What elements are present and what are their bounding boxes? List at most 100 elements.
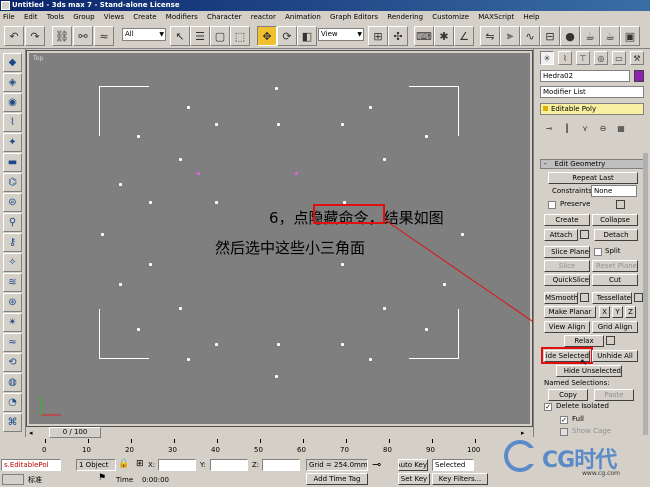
command-panel: ✳ ⌇ ⊤ ◎ ▭ ⚒ Hedra02 Modifier List Editab…	[533, 49, 650, 437]
add-time-tag-button[interactable]: Add Time Tag	[306, 473, 368, 485]
attach-button[interactable]: Attach	[544, 229, 578, 241]
make-planar-x-button[interactable]: X	[599, 306, 610, 318]
preserve-uvs-settings-icon[interactable]	[616, 200, 625, 209]
stack-bullet-icon	[543, 106, 548, 111]
constraints-dropdown[interactable]: None	[591, 185, 637, 197]
tick-label: 50	[254, 446, 263, 454]
x-coord-field[interactable]	[158, 459, 196, 471]
pin-stack-icon[interactable]: ⊸	[542, 121, 556, 135]
key-filter-dropdown[interactable]: Selected	[432, 459, 474, 471]
key-filters-button[interactable]: Key Filters...	[432, 473, 488, 485]
relax-settings-icon[interactable]	[606, 336, 615, 345]
x-coord-label: X:	[148, 461, 156, 469]
time-slider[interactable]: ◂ 0 / 100 ▸	[27, 427, 532, 439]
display-tab-icon[interactable]: ▭	[612, 51, 626, 65]
hierarchy-tab-icon[interactable]: ⊤	[576, 51, 590, 65]
selection-lock-icon[interactable]: 🔒	[118, 459, 129, 469]
copy-button[interactable]: Copy	[548, 389, 588, 401]
maxscript-listener-field[interactable]: s.EditablePol	[1, 459, 61, 471]
cg-watermark: CG时代 www.cg.com	[504, 430, 650, 487]
paste-button[interactable]: Paste	[594, 389, 634, 401]
split-label: Split	[605, 247, 621, 255]
tick-label: 60	[297, 446, 306, 454]
tick-label: 40	[211, 446, 220, 454]
tessellate-settings-icon[interactable]	[634, 293, 643, 302]
delete-isolated-label: Delete Isolated	[556, 402, 609, 410]
object-color-swatch[interactable]	[634, 70, 644, 82]
named-selections-label: Named Selections:	[544, 379, 610, 387]
constraints-label: Constraints:	[552, 187, 595, 195]
show-end-result-icon[interactable]: ┃	[560, 121, 574, 135]
time-label: Time	[116, 476, 134, 484]
msmooth-settings-icon[interactable]	[580, 293, 589, 302]
edit-geometry-rollout-title[interactable]: - Edit Geometry	[540, 159, 644, 169]
y-coord-label: Y:	[200, 461, 206, 469]
cg-logo-icon	[504, 440, 536, 472]
utilities-tab-icon[interactable]: ⚒	[630, 51, 644, 65]
reset-plane-button[interactable]: Reset Plane	[592, 260, 638, 272]
attach-list-icon[interactable]	[580, 230, 589, 239]
key-mode-icon[interactable]: ⊸	[372, 458, 381, 471]
selection-count: 1 Object	[76, 459, 116, 471]
tick-label: 0	[42, 446, 47, 454]
view-align-button[interactable]: View Align	[544, 321, 590, 333]
collapse-button[interactable]: Collapse	[592, 214, 638, 226]
modifier-list-dropdown[interactable]: Modifier List	[540, 86, 644, 98]
make-planar-button[interactable]: Make Planar	[544, 306, 596, 318]
preserve-uvs-checkbox[interactable]	[548, 201, 556, 209]
motion-tab-icon[interactable]: ◎	[594, 51, 608, 65]
msmooth-button[interactable]: MSmooth	[544, 292, 578, 304]
tessellate-button[interactable]: Tessellate	[592, 292, 632, 304]
listener-box[interactable]	[2, 474, 24, 485]
tick-label: 80	[383, 446, 392, 454]
create-tab-icon[interactable]: ✳	[540, 51, 554, 65]
z-coord-label: Z:	[252, 461, 260, 469]
full-interactivity-label: Full	[572, 415, 584, 423]
rollout-title-text: Edit Geometry	[554, 160, 606, 168]
make-planar-y-button[interactable]: Y	[612, 306, 623, 318]
panel-scrollbar[interactable]	[643, 153, 648, 435]
tick-label: 10	[82, 446, 91, 454]
modify-tab-icon[interactable]: ⌇	[558, 51, 572, 65]
tick-label: 70	[340, 446, 349, 454]
watermark-url: www.cg.com	[582, 470, 620, 477]
detach-button[interactable]: Detach	[594, 229, 638, 241]
grid-align-button[interactable]: Grid Align	[592, 321, 638, 333]
absolute-mode-icon[interactable]: ⊞	[136, 459, 144, 469]
set-key-button[interactable]: Set Key	[398, 473, 430, 485]
create-button[interactable]: Create	[544, 214, 590, 226]
configure-sets-icon[interactable]: ▦	[614, 121, 628, 135]
modifier-stack[interactable]: Editable Poly	[540, 103, 644, 115]
track-bar[interactable]: 0 10 20 30 40 50 60 70 80 90 100	[27, 439, 507, 458]
quickslice-button[interactable]: QuickSlice	[544, 274, 590, 286]
make-unique-icon[interactable]: ⋎	[578, 121, 592, 135]
slider-prev-icon[interactable]: ◂	[29, 429, 33, 437]
tick-label: 100	[467, 446, 481, 454]
repeat-last-button[interactable]: Repeat Last	[548, 172, 638, 184]
make-planar-z-button[interactable]: Z	[625, 306, 636, 318]
grid-size: Grid = 254.0mm	[306, 459, 368, 471]
slice-button[interactable]: Slice	[544, 260, 590, 272]
preserve-uvs-label: Preserve	[560, 200, 591, 208]
cut-button[interactable]: Cut	[592, 274, 638, 286]
tick-label: 90	[426, 446, 435, 454]
time-slider-thumb[interactable]: 0 / 100	[49, 427, 101, 438]
stack-item-label: Editable Poly	[551, 105, 597, 113]
full-interactivity-checkbox[interactable]: ✓	[560, 416, 568, 424]
object-name-field[interactable]: Hedra02	[540, 70, 630, 82]
delete-isolated-checkbox[interactable]: ✓	[544, 403, 552, 411]
slice-plane-button[interactable]: Slice Plane	[544, 246, 590, 258]
z-coord-field[interactable]	[262, 459, 300, 471]
auto-key-button[interactable]: Auto Key	[398, 459, 428, 471]
standard-label: 标准	[28, 476, 42, 484]
y-coord-field[interactable]	[210, 459, 248, 471]
hide-unselected-button[interactable]: Hide Unselected	[556, 365, 622, 377]
unhide-all-button[interactable]: Unhide All	[592, 350, 638, 362]
remove-modifier-icon[interactable]: ⊖	[596, 121, 610, 135]
time-tag-icon[interactable]: ⚑	[98, 473, 106, 483]
tick-label: 30	[168, 446, 177, 454]
time-value: 0:00:00	[142, 476, 169, 484]
relax-button[interactable]: Relax	[564, 335, 604, 347]
tick-label: 20	[125, 446, 134, 454]
split-checkbox[interactable]	[594, 248, 602, 256]
